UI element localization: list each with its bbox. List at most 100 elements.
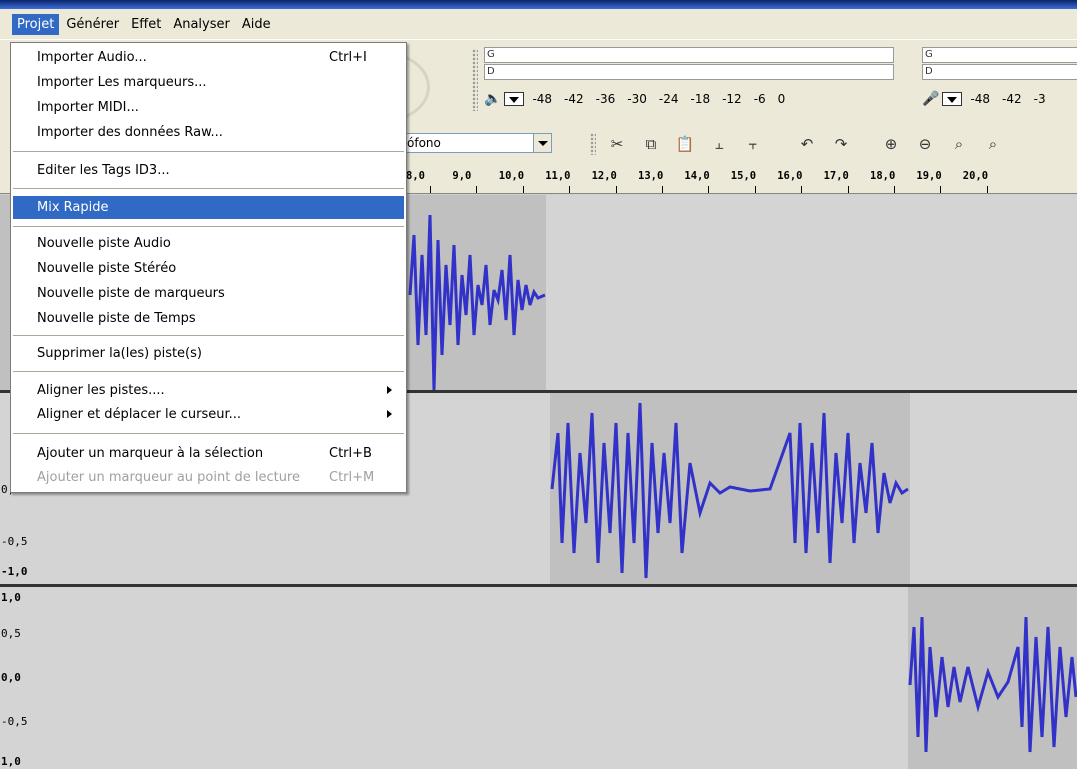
meter-left-channel: G (484, 47, 894, 63)
menu-aligner-pistes[interactable]: Aligner les pistes.... (13, 379, 404, 402)
scale-label: 0 (777, 92, 786, 106)
zoom-sel-icon[interactable]: ⌕ (946, 133, 972, 155)
amplitude-label: 1,0 (1, 591, 21, 604)
copy-icon[interactable]: ⧉ (638, 133, 664, 155)
menu-item-shortcut: Ctrl+I (329, 50, 367, 65)
scale-label: -30 (627, 92, 647, 106)
ruler-tick-label: 16,0 (777, 170, 803, 182)
scale-label: -42 (1002, 92, 1022, 106)
amplitude-label: 1,0 (1, 755, 21, 768)
ruler-tick-label: 15,0 (730, 170, 757, 182)
redo-icon[interactable]: ↷ (828, 133, 854, 155)
menu-ajouter-marqueur-lecture: Ajouter un marqueur au point de lecture … (13, 466, 404, 489)
meter-right-channel: D (922, 64, 1077, 80)
scale-label: -6 (753, 92, 766, 106)
undo-icon[interactable]: ↶ (794, 133, 820, 155)
ruler-tick-label: 9,0 (452, 170, 472, 182)
ruler-tick (476, 186, 478, 193)
amplitude-label: 0,5 (1, 627, 21, 640)
trim-icon[interactable]: ⫠ (706, 133, 732, 155)
ruler-tick-label: 10,0 (498, 170, 525, 182)
audio-track-3[interactable]: 1,0 0,5 0,0 -0,5 1,0 (0, 587, 1077, 769)
menu-separator (13, 433, 404, 435)
menu-item-label: Editer les Tags ID3... (37, 163, 170, 178)
output-meter-dropdown[interactable] (504, 92, 525, 106)
ruler-tick (708, 186, 710, 193)
menu-separator (13, 371, 404, 373)
ruler-tick-label: 12,0 (591, 170, 617, 182)
menu-effet[interactable]: Effet (126, 14, 166, 35)
ruler-tick (430, 186, 431, 193)
scale-label: -18 (690, 92, 711, 106)
menu-importer-raw[interactable]: Importer des données Raw... (13, 121, 404, 144)
menu-item-label: Nouvelle piste de Temps (37, 311, 196, 326)
menu-item-label: Ajouter un marqueur à la sélection (37, 446, 264, 461)
input-device-select[interactable]: ófono (402, 133, 552, 153)
ruler-tick (847, 186, 849, 193)
ruler-tick-label: 20,0 (962, 170, 989, 182)
zoom-in-icon[interactable]: ⊕ (878, 133, 904, 155)
scale-label: -12 (722, 92, 742, 106)
zoom-fit-icon[interactable]: ⌕ (980, 133, 1006, 155)
menu-item-label: Mix Rapide (37, 200, 109, 215)
menu-importer-midi[interactable]: Importer MIDI... (13, 96, 404, 119)
menu-item-label: Supprimer la(les) piste(s) (37, 346, 202, 361)
menu-importer-audio[interactable]: Importer Audio... Ctrl+I (13, 46, 404, 69)
window-titlebar (0, 0, 1077, 9)
meter-scale: 🎤 -48 -42 -3 (922, 91, 1077, 107)
scale-label: -3 (1033, 92, 1046, 106)
chevron-down-icon[interactable] (533, 134, 551, 152)
menu-ajouter-marqueur-selection[interactable]: Ajouter un marqueur à la sélection Ctrl+… (13, 442, 404, 465)
input-meter-dropdown[interactable] (942, 92, 963, 106)
menu-nouvelle-piste-temps[interactable]: Nouvelle piste de Temps (13, 307, 404, 330)
menu-generer[interactable]: Générer (61, 14, 124, 35)
ruler-tick (754, 186, 756, 193)
menu-nouvelle-piste-marqueurs[interactable]: Nouvelle piste de marqueurs (13, 282, 404, 305)
menu-nouvelle-piste-audio[interactable]: Nouvelle piste Audio (13, 232, 404, 255)
menu-mix-rapide[interactable]: Mix Rapide (13, 196, 404, 219)
amplitude-label: 0,0 (1, 671, 21, 684)
menu-nouvelle-piste-stereo[interactable]: Nouvelle piste Stéréo (13, 257, 404, 280)
meter-scale: 🔈 -48 -42 -36 -30 -24 -18 -12 -6 0 (484, 91, 914, 107)
menu-item-shortcut: Ctrl+M (329, 470, 375, 485)
menu-item-label: Nouvelle piste Audio (37, 236, 171, 251)
menu-supprimer-pistes[interactable]: Supprimer la(les) piste(s) (13, 342, 404, 365)
paste-icon[interactable]: 📋 (672, 133, 698, 155)
menu-item-label: Aligner les pistes.... (37, 383, 165, 398)
ruler-tick (662, 186, 663, 193)
ruler-tick-label: 11,0 (545, 170, 571, 182)
menu-item-label: Importer des données Raw... (37, 125, 223, 140)
menu-item-label: Importer MIDI... (37, 100, 139, 115)
amplitude-label: -0,5 (1, 715, 28, 728)
ruler-tick-label: 19,0 (916, 170, 942, 182)
menu-projet[interactable]: Projet (12, 13, 60, 35)
waveform (408, 214, 546, 390)
menu-item-label: Ajouter un marqueur au point de lecture (37, 470, 300, 485)
scale-label: -48 (970, 92, 991, 106)
menu-separator (13, 188, 404, 190)
menu-editer-tags[interactable]: Editer les Tags ID3... (13, 159, 404, 182)
cut-icon[interactable]: ✂ (604, 133, 630, 155)
ruler-tick (940, 186, 942, 193)
menu-separator (13, 335, 404, 337)
ruler-tick (801, 186, 803, 193)
scale-label: -48 (532, 92, 553, 106)
menu-importer-marqueurs[interactable]: Importer Les marqueurs... (13, 71, 404, 94)
menu-aligner-deplacer[interactable]: Aligner et déplacer le curseur... (13, 403, 404, 426)
ruler-tick (894, 186, 895, 193)
meter-left-channel: G (922, 47, 1077, 63)
ruler-tick (986, 186, 988, 193)
meter-grip[interactable] (472, 49, 478, 111)
submenu-arrow-icon (387, 386, 392, 394)
menu-analyser[interactable]: Analyser (168, 14, 235, 35)
zoom-out-icon[interactable]: ⊖ (912, 133, 938, 155)
device-select-value: ófono (407, 136, 441, 150)
ruler-tick-label: 17,0 (823, 170, 849, 182)
menu-item-label: Aligner et déplacer le curseur... (37, 407, 242, 422)
silence-icon[interactable]: ⫟ (740, 133, 766, 155)
amplitude-label: -0,5 (1, 535, 28, 548)
menu-separator (13, 151, 404, 153)
toolbar-grip[interactable] (590, 133, 596, 155)
ruler-tick (615, 186, 617, 193)
menu-aide[interactable]: Aide (237, 14, 276, 35)
